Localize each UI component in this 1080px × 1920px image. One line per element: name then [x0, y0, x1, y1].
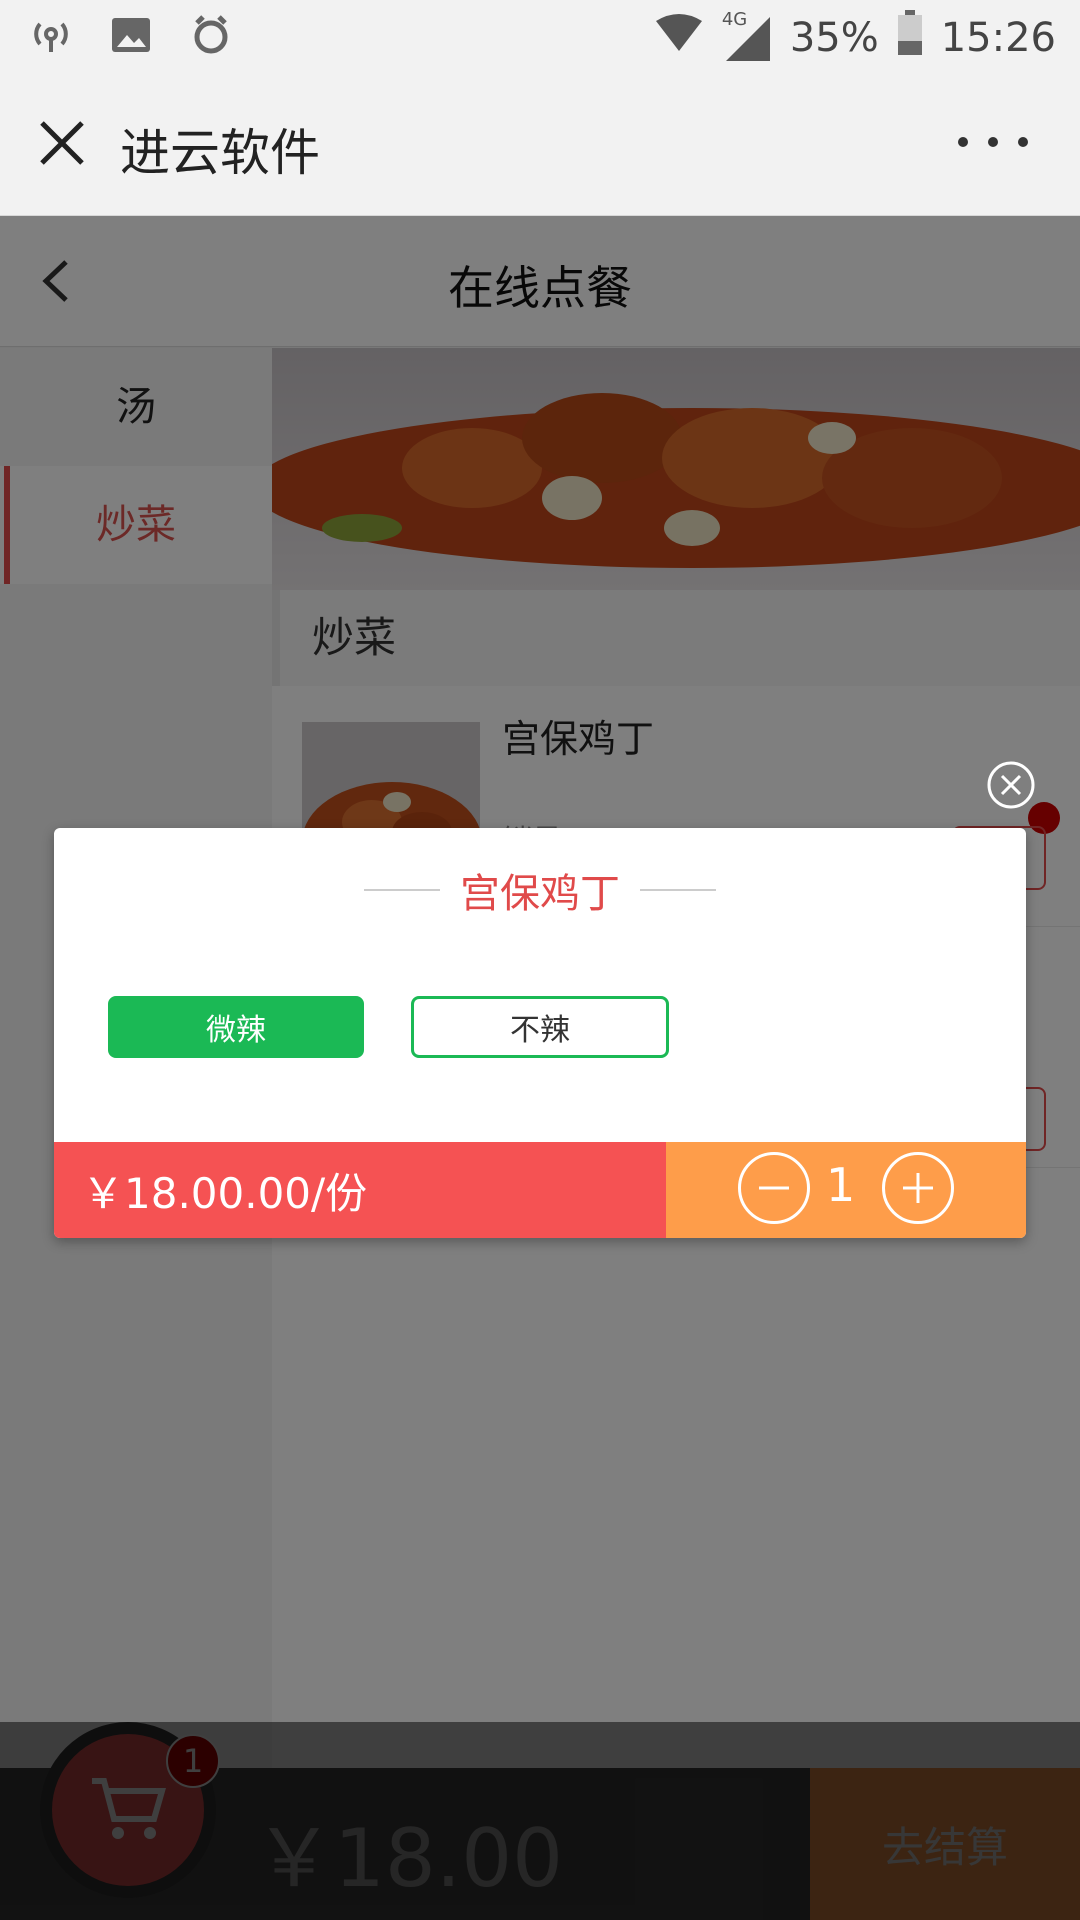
divider: [640, 889, 716, 891]
battery-percent: 35%: [789, 15, 879, 61]
battery-icon: [897, 10, 923, 66]
close-icon[interactable]: [34, 115, 90, 171]
increase-button[interactable]: [882, 1152, 954, 1224]
quantity-value: 1: [826, 1158, 856, 1212]
more-menu-icon[interactable]: [958, 127, 1028, 157]
divider: [364, 889, 440, 891]
alarm-icon: [188, 12, 234, 58]
option-not-spicy[interactable]: 不辣: [411, 996, 669, 1058]
hotspot-icon: [28, 12, 74, 58]
clock: 15:26: [940, 15, 1056, 61]
popup-title: 宫保鸡丁: [460, 871, 620, 917]
wechat-title-bar: 进云软件: [0, 75, 1080, 216]
image-icon: [108, 12, 154, 58]
popup-close-icon[interactable]: [986, 760, 1036, 810]
option-mild-spicy[interactable]: 微辣: [108, 996, 364, 1058]
quantity-stepper: 1: [666, 1142, 1026, 1238]
popup-price: ￥18.00.00/份: [54, 1142, 666, 1238]
status-bar: 4G 35% 15:26: [0, 0, 1080, 75]
app-title: 进云软件: [120, 124, 320, 182]
signal-icon: 4G: [722, 9, 772, 63]
wifi-icon: [654, 13, 704, 63]
decrease-button[interactable]: [738, 1152, 810, 1224]
spec-popup: 宫保鸡丁 微辣 不辣 ￥18.00.00/份 1: [54, 828, 1026, 1238]
popup-header: 宫保鸡丁: [54, 860, 1026, 920]
